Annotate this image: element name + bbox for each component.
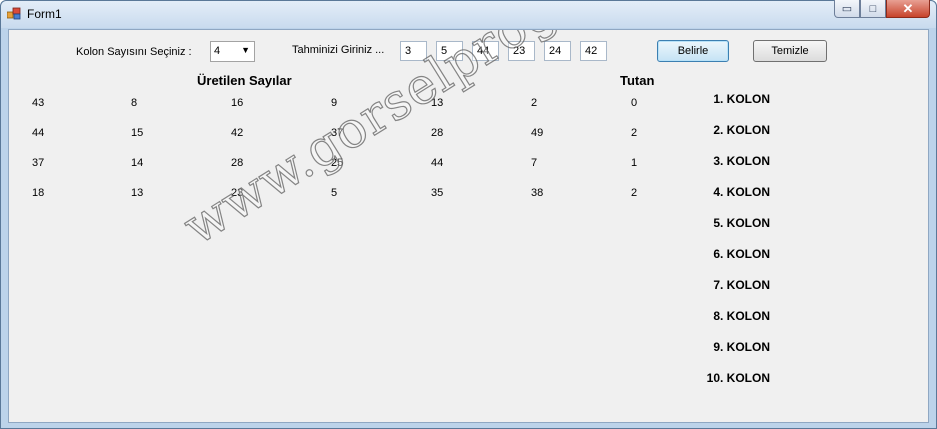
kolon-label-9: 9. KOLON — [713, 340, 770, 354]
guess-input-2[interactable]: 5 — [436, 41, 463, 61]
number-cell: 28 — [231, 157, 244, 169]
kolon-count-select[interactable]: 4 ▼ — [210, 41, 255, 62]
number-cell: 18 — [32, 187, 45, 199]
form-app-icon — [7, 7, 21, 20]
number-cell: 35 — [431, 187, 444, 199]
number-cell: 2 — [531, 97, 538, 109]
number-cell: 23 — [231, 187, 244, 199]
tutan-cell: 1 — [631, 157, 638, 169]
number-cell: 44 — [431, 157, 444, 169]
close-icon: ✕ — [902, 0, 914, 16]
number-cell: 14 — [131, 157, 144, 169]
maximize-icon: □ — [869, 2, 877, 15]
minimize-button[interactable]: ▭ — [834, 0, 860, 18]
generated-numbers-header: Üretilen Sayılar — [197, 73, 292, 88]
number-cell: 43 — [32, 97, 45, 109]
kolon-count-label: Kolon Sayısını Seçiniz : — [76, 46, 192, 58]
number-cell: 9 — [331, 97, 338, 109]
kolon-label-1: 1. KOLON — [713, 92, 770, 106]
kolon-label-3: 3. KOLON — [713, 154, 770, 168]
number-cell: 8 — [131, 97, 138, 109]
minimize-icon: ▭ — [841, 3, 853, 15]
number-cell: 7 — [531, 157, 538, 169]
number-cell: 44 — [32, 127, 45, 139]
kolon-label-8: 8. KOLON — [713, 309, 770, 323]
title-bar[interactable]: Form1 ▭ □ ✕ — [1, 0, 936, 28]
guess-input-6[interactable]: 42 — [580, 41, 607, 61]
guess-input-4[interactable]: 23 — [508, 41, 535, 61]
kolon-label-4: 4. KOLON — [713, 185, 770, 199]
number-cell: 28 — [431, 127, 444, 139]
guess-input-3[interactable]: 44 — [472, 41, 499, 61]
number-cell: 42 — [231, 127, 244, 139]
tutan-header: Tutan — [620, 73, 655, 88]
temizle-button[interactable]: Temizle — [753, 40, 827, 62]
number-cell: 49 — [531, 127, 544, 139]
guess-label: Tahminizi Giriniz ... — [292, 44, 385, 56]
dropdown-arrow-icon[interactable]: ▼ — [241, 45, 250, 55]
caption-buttons: ▭ □ ✕ — [834, 0, 930, 20]
kolon-label-7: 7. KOLON — [713, 278, 770, 292]
number-cell: 15 — [131, 127, 144, 139]
number-cell: 25 — [331, 157, 344, 169]
maximize-button[interactable]: □ — [860, 0, 886, 18]
number-cell: 37 — [331, 127, 344, 139]
kolon-label-10: 10. KOLON — [706, 371, 770, 385]
belirle-button[interactable]: Belirle — [657, 40, 729, 62]
window-title: Form1 — [27, 7, 62, 21]
guess-input-5[interactable]: 24 — [544, 41, 571, 61]
kolon-label-2: 2. KOLON — [713, 123, 770, 137]
number-cell: 38 — [531, 187, 544, 199]
number-cell: 13 — [431, 97, 444, 109]
kolon-label-5: 5. KOLON — [713, 216, 770, 230]
guess-input-1[interactable]: 3 — [400, 41, 427, 61]
close-button[interactable]: ✕ — [886, 0, 930, 18]
kolon-label-6: 6. KOLON — [713, 247, 770, 261]
form1-window: Form1 ▭ □ ✕ Kolon Sayısını Seçiniz : 4 ▼… — [0, 0, 937, 429]
number-cell: 16 — [231, 97, 244, 109]
tutan-cell: 0 — [631, 97, 638, 109]
tutan-cell: 2 — [631, 127, 638, 139]
number-cell: 5 — [331, 187, 338, 199]
number-cell: 37 — [32, 157, 45, 169]
kolon-count-value: 4 — [214, 45, 221, 57]
form-client-area: Kolon Sayısını Seçiniz : 4 ▼ Tahminizi G… — [8, 29, 929, 423]
number-cell: 13 — [131, 187, 144, 199]
tutan-cell: 2 — [631, 187, 638, 199]
